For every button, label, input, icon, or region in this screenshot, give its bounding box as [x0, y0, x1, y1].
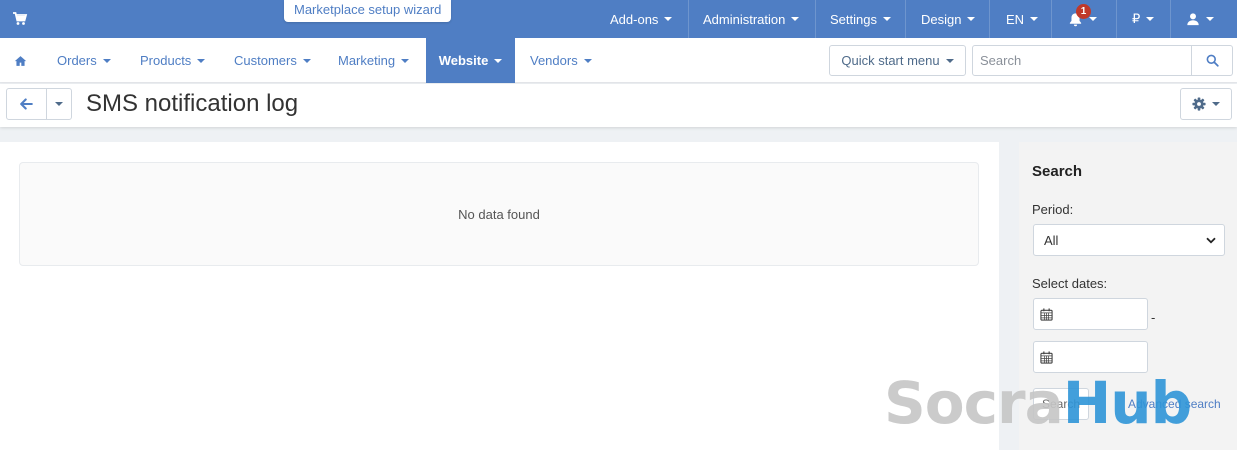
divider [688, 0, 689, 38]
back-button[interactable] [6, 88, 47, 120]
nav-customers-label: Customers [234, 53, 297, 68]
menu-design[interactable]: Design [921, 0, 976, 38]
sidebar-search-button[interactable]: Search [1033, 388, 1089, 420]
chevron-down-icon [1030, 17, 1039, 21]
chevron-down-icon [55, 102, 63, 106]
main-nav: Orders Products Customers Marketing Webs… [0, 38, 1237, 83]
quick-start-menu-button[interactable]: Quick start menu [829, 45, 966, 76]
date-to-field[interactable] [1033, 341, 1148, 373]
calendar-icon [1040, 350, 1053, 364]
menu-addons-label: Add-ons [610, 11, 659, 27]
currency-menu[interactable]: ₽ [1132, 0, 1155, 38]
cart-icon[interactable] [12, 11, 28, 27]
search-button[interactable] [1192, 45, 1233, 76]
date-from-field[interactable] [1033, 298, 1148, 330]
dates-label: Select dates: [1032, 276, 1108, 291]
nav-vendors-label: Vendors [530, 53, 578, 68]
notification-badge: 1 [1076, 4, 1091, 19]
user-menu[interactable] [1186, 0, 1214, 38]
chevron-down-icon [401, 58, 410, 63]
menu-addons[interactable]: Add-ons [610, 0, 673, 38]
nav-marketing-label: Marketing [338, 53, 396, 68]
arrow-left-icon [20, 98, 33, 110]
page-title: SMS notification log [86, 90, 299, 117]
search-input[interactable] [972, 45, 1192, 76]
period-label: Period: [1032, 202, 1074, 217]
divider [1051, 0, 1052, 38]
empty-state: No data found [19, 162, 979, 266]
menu-settings-label: Settings [830, 11, 877, 27]
advanced-search-link[interactable]: Advanced search [1128, 397, 1221, 411]
chevron-down-icon [197, 58, 206, 63]
menu-language-label: EN [1006, 11, 1025, 27]
divider [815, 0, 816, 38]
sidebar-heading: Search [1032, 163, 1083, 180]
chevron-down-icon [791, 17, 800, 21]
nav-orders-label: Orders [57, 53, 97, 68]
chevron-down-icon [967, 17, 976, 21]
chevron-down-icon [1212, 102, 1220, 106]
home-link[interactable] [14, 38, 27, 83]
chevron-down-icon [302, 58, 311, 63]
content-panel: No data found [0, 142, 999, 450]
chevron-down-icon [945, 58, 954, 63]
divider [1116, 0, 1117, 38]
settings-button[interactable] [1180, 88, 1232, 120]
chevron-down-icon [1146, 17, 1155, 21]
quick-start-label: Quick start menu [841, 53, 940, 68]
menu-administration-label: Administration [703, 11, 786, 27]
date-separator: - [1151, 310, 1156, 325]
chevron-down-icon [1089, 17, 1097, 21]
home-icon [14, 55, 27, 66]
top-bar: Marketplace setup wizard Add-ons Adminis… [0, 0, 1237, 38]
menu-design-label: Design [921, 11, 962, 27]
nav-orders[interactable]: Orders [57, 38, 111, 83]
menu-administration[interactable]: Administration [703, 0, 800, 38]
chevron-down-icon [102, 58, 111, 63]
nav-vendors[interactable]: Vendors [530, 38, 592, 83]
nav-marketing[interactable]: Marketing [338, 38, 410, 83]
nav-website-label: Website [438, 53, 489, 68]
empty-state-message: No data found [458, 206, 540, 222]
nav-customers[interactable]: Customers [234, 38, 311, 83]
nav-products[interactable]: Products [140, 38, 206, 83]
chevron-down-icon [1206, 17, 1214, 21]
calendar-icon [1040, 307, 1053, 321]
search-icon [1206, 54, 1219, 67]
currency-label: ₽ [1132, 11, 1141, 26]
page-header: SMS notification log [0, 84, 1237, 127]
chevron-down-icon [583, 58, 592, 63]
chevron-down-icon [882, 17, 891, 21]
marketplace-wizard-button[interactable]: Marketplace setup wizard [284, 0, 452, 22]
menu-settings[interactable]: Settings [830, 0, 891, 38]
nav-products-label: Products [140, 53, 192, 68]
divider [905, 0, 906, 38]
gear-icon [1192, 97, 1206, 111]
divider [1170, 0, 1171, 38]
user-icon [1187, 13, 1199, 26]
period-value: All [1044, 232, 1059, 248]
back-dropdown-button[interactable] [46, 88, 72, 120]
menu-language[interactable]: EN [1006, 0, 1039, 38]
divider [989, 0, 990, 38]
chevron-down-icon [1206, 237, 1216, 243]
period-select[interactable]: All [1033, 224, 1225, 256]
chevron-down-icon [664, 17, 673, 21]
nav-website[interactable]: Website [426, 38, 515, 83]
chevron-down-icon [494, 58, 503, 63]
search-sidebar: Search Period: All Select dates: - Searc… [1019, 142, 1237, 450]
